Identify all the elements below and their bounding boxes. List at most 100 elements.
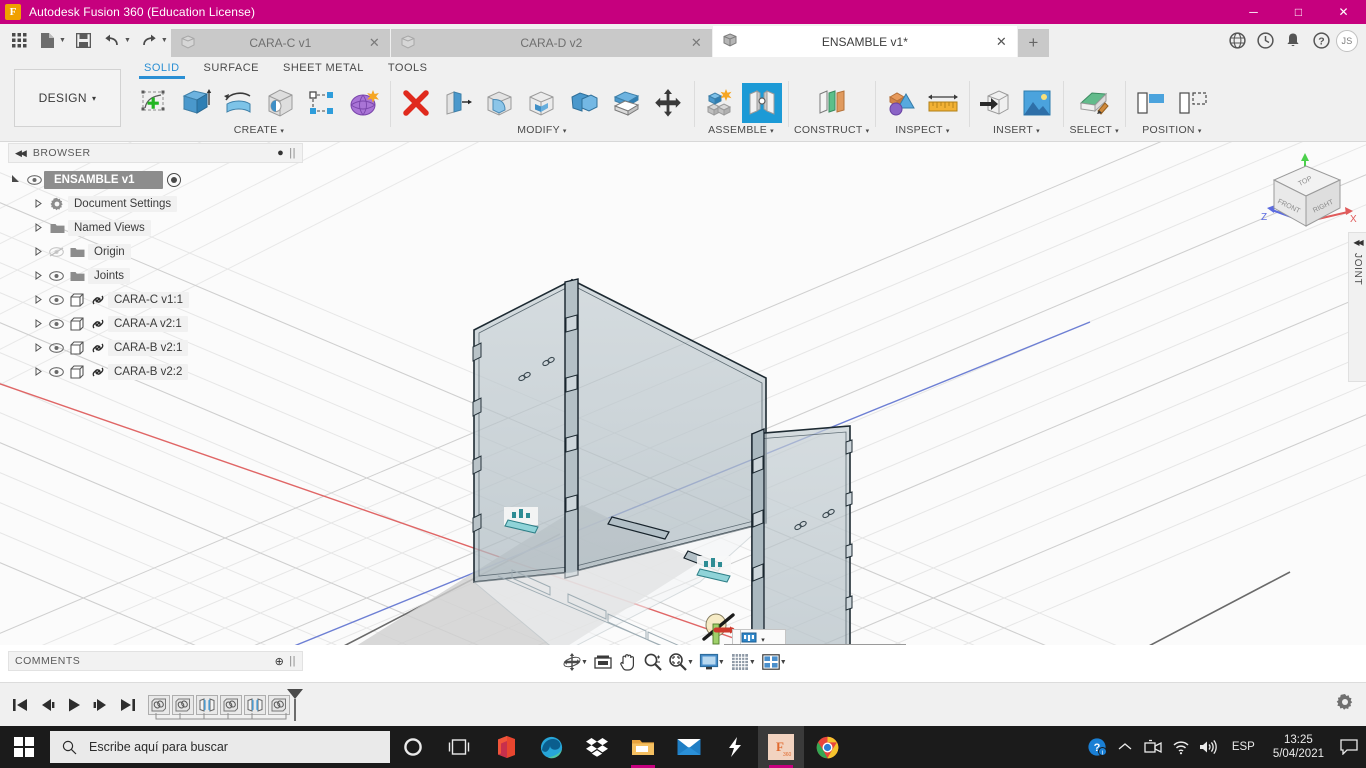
tray-help-icon[interactable]: ? i — [1084, 726, 1110, 768]
ribbon-panel-title-modify[interactable]: MODIFY ▾ — [517, 124, 566, 136]
taskbar-search-box[interactable]: Escribe aquí para buscar — [50, 731, 390, 763]
expand-triangle-icon[interactable] — [30, 270, 46, 282]
tray-volume-icon[interactable] — [1196, 726, 1222, 768]
combine-button[interactable] — [564, 83, 604, 123]
browser-collapse-icon[interactable]: ◀◀ — [15, 148, 27, 159]
undo-caret-icon[interactable]: ▼ — [124, 37, 131, 44]
orbit-caret-icon[interactable]: ▼ — [581, 659, 588, 666]
position-copy-button[interactable] — [1173, 83, 1213, 123]
shell-button[interactable] — [522, 83, 562, 123]
browser-item-named-views[interactable]: Named Views — [8, 216, 303, 240]
action-center-icon[interactable] — [1334, 726, 1364, 768]
align-button[interactable] — [1131, 83, 1171, 123]
expand-triangle-icon[interactable] — [30, 294, 46, 306]
browser-minimize-icon[interactable]: ● — [277, 147, 284, 159]
taskbar-mail-icon[interactable] — [666, 726, 712, 768]
browser-item-document-settings[interactable]: Document Settings — [8, 192, 303, 216]
select-paint-button[interactable] — [1074, 83, 1114, 123]
timeline-feature-1[interactable] — [148, 694, 170, 715]
expand-triangle-icon[interactable] — [30, 246, 46, 258]
pan-button[interactable] — [616, 649, 640, 675]
joint-panel-expand-icon[interactable]: ◀◀ — [1353, 238, 1363, 247]
expand-triangle-icon[interactable] — [30, 366, 46, 378]
ribbon-tab-sheet-metal[interactable]: SHEET METAL — [271, 59, 376, 79]
document-tab-close-icon[interactable]: ✕ — [369, 35, 380, 51]
visibility-eye-icon[interactable] — [46, 271, 66, 281]
insert-derive-button[interactable] — [975, 83, 1015, 123]
expand-triangle-icon[interactable] — [30, 198, 46, 210]
minitoolbar-grip[interactable] — [732, 629, 740, 645]
new-file-icon[interactable] — [34, 28, 60, 54]
offset-plane-button[interactable] — [812, 83, 852, 123]
taskbar-fusion360-icon[interactable]: F 360 — [758, 726, 804, 768]
tray-meeting-icon[interactable] — [1140, 726, 1166, 768]
taskbar-office-icon[interactable] — [482, 726, 528, 768]
comments-add-icon[interactable]: ⊕ — [275, 655, 285, 668]
measure-button[interactable] — [923, 83, 963, 123]
timeline-feature-4[interactable] — [220, 694, 242, 715]
zoom-button[interactable] — [641, 649, 665, 675]
visibility-eye-off-icon[interactable] — [46, 247, 66, 257]
ribbon-panel-title-create[interactable]: CREATE ▾ — [234, 124, 284, 136]
document-tab-close-icon[interactable]: ✕ — [691, 35, 702, 51]
joint-button[interactable] — [742, 83, 782, 123]
timeline-go-end-button[interactable] — [116, 692, 140, 718]
create-form-button[interactable] — [344, 83, 384, 123]
redo-icon[interactable] — [136, 28, 162, 54]
taskbar-lightning-icon[interactable] — [712, 726, 758, 768]
recent-activity-icon[interactable] — [1252, 28, 1278, 54]
taskbar-dropbox-icon[interactable] — [574, 726, 620, 768]
notifications-icon[interactable] — [1280, 28, 1306, 54]
tray-wifi-icon[interactable] — [1168, 726, 1194, 768]
ribbon-panel-title-construct[interactable]: CONSTRUCT ▾ — [794, 124, 869, 136]
delete-button[interactable] — [396, 83, 436, 123]
new-document-tab-button[interactable]: + — [1017, 29, 1049, 57]
taskbar-cortana-icon[interactable] — [390, 726, 436, 768]
viewports-caret-icon[interactable]: ▼ — [780, 659, 787, 666]
expand-triangle-icon[interactable] — [8, 174, 24, 186]
new-file-caret-icon[interactable]: ▼ — [59, 37, 66, 44]
visibility-eye-icon[interactable] — [46, 367, 66, 377]
tray-language-indicator[interactable]: ESP — [1224, 741, 1263, 753]
window-maximize-button[interactable]: □ — [1276, 0, 1321, 24]
expand-triangle-icon[interactable] — [30, 318, 46, 330]
undo-icon[interactable] — [99, 28, 125, 54]
offset-face-button[interactable] — [606, 83, 646, 123]
expand-triangle-icon[interactable] — [30, 342, 46, 354]
joint-origin-minitoolbar[interactable]: ▾ — [740, 629, 786, 645]
look-at-button[interactable] — [591, 649, 615, 675]
taskbar-taskview-icon[interactable] — [436, 726, 482, 768]
taskbar-clock[interactable]: 13:25 5/04/2021 — [1265, 733, 1332, 761]
browser-item-cara-c-v1-1[interactable]: CARA-C v1:1 — [8, 288, 303, 312]
grid-snaps-caret-icon[interactable]: ▼ — [749, 659, 756, 666]
revolve-button[interactable] — [218, 83, 258, 123]
document-tab-cara-d[interactable]: CARA-D v2 ✕ — [390, 29, 713, 57]
timeline-feature-5[interactable] — [244, 694, 266, 715]
taskbar-chrome-icon[interactable] — [804, 726, 850, 768]
ribbon-tab-surface[interactable]: SURFACE — [192, 59, 271, 79]
comments-grip-icon[interactable]: || — [289, 655, 296, 667]
save-icon[interactable] — [71, 28, 97, 54]
workspace-switcher-button[interactable]: DESIGN ▾ — [14, 69, 121, 127]
taskbar-file-explorer-icon[interactable] — [620, 726, 666, 768]
start-button[interactable] — [0, 726, 48, 768]
ribbon-panel-title-position[interactable]: POSITION ▾ — [1142, 124, 1201, 136]
help-icon[interactable]: ? — [1308, 28, 1334, 54]
timeline-play-button[interactable] — [62, 692, 86, 718]
timeline-step-forward-button[interactable] — [89, 692, 113, 718]
app-grid-icon[interactable] — [6, 28, 32, 54]
ribbon-panel-title-inspect[interactable]: INSPECT ▾ — [895, 124, 949, 136]
display-settings-caret-icon[interactable]: ▼ — [718, 659, 725, 666]
insert-canvas-button[interactable] — [1017, 83, 1057, 123]
visibility-eye-icon[interactable] — [46, 343, 66, 353]
expand-triangle-icon[interactable] — [30, 222, 46, 234]
comments-panel-header[interactable]: COMMENTS ⊕ || — [8, 651, 303, 671]
taskbar-edge-icon[interactable] — [528, 726, 574, 768]
timeline-go-start-button[interactable] — [8, 692, 32, 718]
browser-root-ensamble[interactable]: ENSAMBLE v1 — [8, 168, 303, 192]
browser-item-origin[interactable]: Origin — [8, 240, 303, 264]
tray-expand-icon[interactable] — [1112, 726, 1138, 768]
globe-icon[interactable] — [1224, 28, 1250, 54]
browser-item-cara-b-v2-2[interactable]: CARA-B v2:2 — [8, 360, 303, 384]
browser-item-joints[interactable]: Joints — [8, 264, 303, 288]
